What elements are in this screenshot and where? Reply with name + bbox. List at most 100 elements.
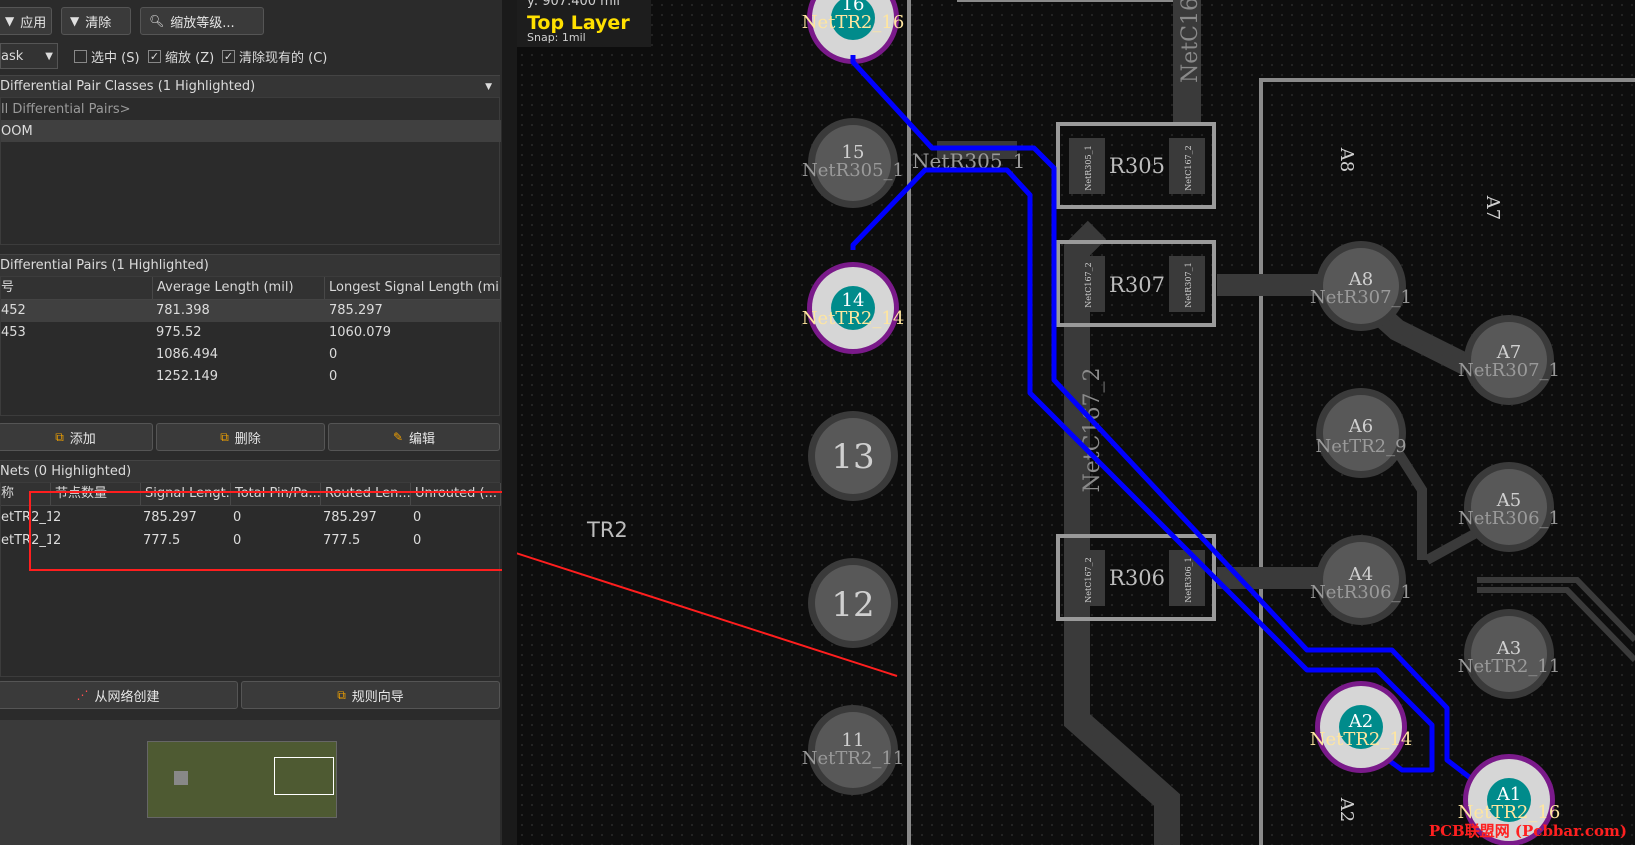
highlight-callout-box [29, 491, 502, 571]
component-designator: TR2 [586, 518, 628, 542]
edit-icon: ✎ [392, 430, 404, 444]
zoom-checkbox[interactable]: ✓ 缩放 (Z) [148, 43, 214, 69]
rule-wizard-label: 规则向导 [351, 689, 404, 705]
delete-icon: ⧉ [220, 429, 229, 444]
pair-longest: 785.297 [329, 303, 383, 318]
pad-net: NetTR2_11 [802, 748, 905, 769]
checkbox-unchecked [74, 49, 87, 63]
pad-net: NetTR2_14 [1310, 729, 1413, 750]
pad-11[interactable]: 11 NetTR2_11 [802, 705, 905, 795]
zoom-level-button[interactable]: 🔍︎ 缩放等级... [140, 7, 264, 35]
table-row[interactable]: 1086.494 0 [1, 344, 501, 366]
pad-net: NetTR2_16 [802, 12, 905, 33]
edit-pair-button[interactable]: ✎ 编辑 [328, 423, 500, 451]
snap-setting: Snap: 1mil [527, 31, 586, 44]
pad-a3[interactable]: A3 NetTR2_11 [1458, 609, 1561, 699]
pairs-header-text: Differential Pairs (1 Highlighted) [0, 258, 209, 273]
pad-net: NetR305_1 [802, 160, 904, 181]
rule-wizard-button[interactable]: ⧉ 规则向导 [241, 681, 500, 709]
mask-mode-select[interactable]: ask ▼ [0, 43, 58, 69]
pad-a2[interactable]: A2 NetTR2_14 [1310, 681, 1413, 773]
resistor-ref: R305 [1109, 154, 1165, 178]
filter-icon: ▼ [5, 14, 15, 28]
nets-icon: ⋰ [76, 688, 89, 702]
pad-12[interactable]: 12 [808, 558, 898, 648]
chevron-down-icon: ▼ [45, 50, 53, 62]
silk-label: A2 [1336, 797, 1357, 822]
classes-section-header[interactable]: Differential Pair Classes (1 Highlighted… [0, 75, 500, 97]
checkmark-icon: ✓ [222, 49, 235, 63]
pad-net: NetR307_1 [1310, 287, 1412, 308]
class-name: OOM [1, 123, 33, 139]
pad-net-label: NetR307_1 [1184, 262, 1193, 307]
pad-number: A6 [1348, 416, 1373, 437]
pad-net: NetR307_1 [1458, 360, 1560, 381]
pcb-canvas[interactable]: R305 R307 R306 NetR305_1 NetC167_2 NetC1… [517, 0, 1635, 845]
pad-net-label: NetR306_1 [1184, 557, 1193, 602]
column-header[interactable]: Longest Signal Length (mil) [325, 277, 501, 299]
table-row[interactable]: 452 781.398 785.297 [1, 300, 501, 322]
classes-list: ll Differential Pairs> OOM [0, 97, 501, 245]
add-icon: ⧉ [55, 429, 64, 444]
pair-name: 453 [1, 325, 26, 340]
table-row[interactable]: 1252.149 0 [1, 366, 501, 388]
select-label: 选中 (S) [91, 50, 140, 66]
cursor-coordinate: y: 907.400 mil [527, 0, 621, 9]
pad-net: NetR306_1 [1310, 582, 1412, 603]
zoom-level-label: 缩放等级... [170, 15, 235, 31]
pad-number: 13 [831, 437, 874, 477]
pad-16[interactable]: 16 NetTR2_16 [802, 0, 905, 64]
viewport-indicator[interactable] [274, 757, 334, 795]
table-row[interactable]: 453 975.52 1060.079 [1, 322, 501, 344]
pad-net-label: NetC167_2 [1184, 145, 1193, 190]
apply-label: 应用 [20, 15, 47, 31]
pad-a4[interactable]: A4 NetR306_1 [1310, 535, 1412, 625]
delete-label: 删除 [234, 431, 261, 447]
clear-button[interactable]: ▼ 清除 [61, 7, 131, 35]
add-label: 添加 [69, 431, 96, 447]
delete-pair-button[interactable]: ⧉ 删除 [156, 423, 325, 451]
checkmark-icon: ✓ [148, 49, 161, 63]
panel-splitter[interactable] [502, 0, 517, 845]
classes-header-text: Differential Pair Classes (1 Highlighted… [0, 79, 256, 94]
list-item[interactable]: OOM [1, 120, 501, 142]
apply-button[interactable]: ▼ 应用 [0, 7, 52, 35]
pad-net: NetTR2_9 [1315, 436, 1406, 457]
board-minimap[interactable] [147, 741, 337, 818]
board-minimap-panel [0, 720, 500, 845]
resistor-ref: R306 [1109, 566, 1165, 590]
pad-15[interactable]: 15 NetR305_1 [802, 118, 904, 208]
silk-label: A7 [1482, 195, 1503, 220]
select-checkbox[interactable]: 选中 (S) [74, 43, 140, 69]
pad-13[interactable]: 13 [808, 411, 898, 501]
column-header[interactable]: 号 [1, 277, 153, 299]
pair-avg: 975.52 [156, 325, 202, 340]
pair-avg: 781.398 [156, 303, 210, 318]
add-pair-button[interactable]: ⧉ 添加 [0, 423, 153, 451]
pad-14[interactable]: 14 NetTR2_14 [802, 262, 905, 354]
create-from-nets-label: 从网络创建 [94, 689, 160, 705]
resistor-ref: R307 [1109, 273, 1165, 297]
pcb-drawing: R305 R307 R306 NetR305_1 NetC167_2 NetC1… [517, 0, 1635, 845]
filter-icon: ▼ [70, 14, 80, 28]
pairs-section-header: Differential Pairs (1 Highlighted) [0, 254, 500, 276]
pad-net: NetTR2_11 [1458, 656, 1561, 677]
pad-a7[interactable]: A7 NetR307_1 [1458, 315, 1560, 405]
pair-avg: 1252.149 [156, 369, 219, 384]
pair-name: 452 [1, 303, 26, 318]
column-header[interactable]: Average Length (mil) [153, 277, 325, 299]
pad-a6[interactable]: A6 NetTR2_9 [1315, 388, 1407, 478]
pair-avg: 1086.494 [156, 347, 219, 362]
class-name: ll Differential Pairs> [1, 101, 131, 117]
pad-net-label: NetC167_2 [1084, 557, 1093, 602]
pairs-table: 号 Average Length (mil) Longest Signal Le… [0, 276, 501, 416]
create-from-nets-button[interactable]: ⋰ 从网络创建 [0, 681, 238, 709]
mask-mode-value: ask [1, 48, 24, 64]
list-item[interactable]: ll Differential Pairs> [1, 98, 501, 120]
pad-net-label: NetC167_2 [1084, 262, 1093, 307]
clear-existing-checkbox[interactable]: ✓ 清除现有的 (C) [222, 43, 327, 69]
pad-net: NetTR2_14 [802, 308, 905, 329]
pad-net-label: NetR305_1 [1084, 145, 1093, 190]
pair-longest: 0 [329, 347, 338, 362]
watermark: PCB联盟网 (Pcbbar.com) [1428, 822, 1627, 840]
